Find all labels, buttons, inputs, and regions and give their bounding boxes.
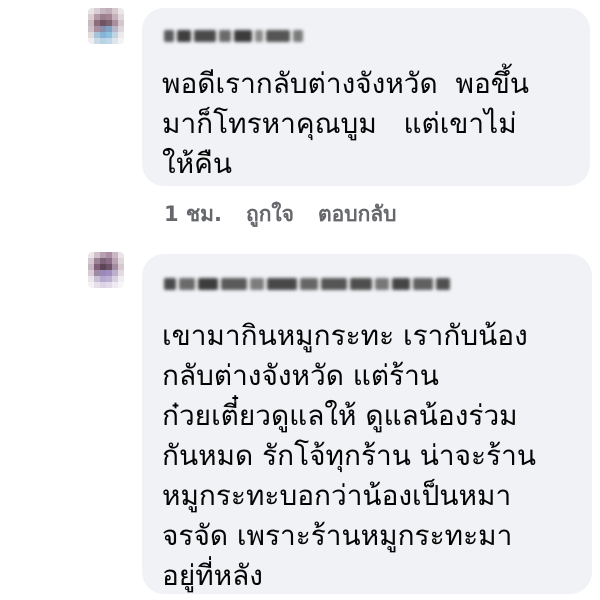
comment-author-name[interactable] <box>164 274 450 294</box>
comment-bubble: พอดีเรากลับต่างจังหวัด พอขึ้น มาก็โทรหาค… <box>142 8 590 186</box>
comment-thread: พอดีเรากลับต่างจังหวัด พอขึ้น มาก็โทรหาค… <box>0 0 600 600</box>
comment-author-name[interactable] <box>164 26 303 46</box>
comment-timestamp[interactable]: 1 ชม. <box>164 198 222 231</box>
avatar[interactable] <box>88 8 124 44</box>
reply-button[interactable]: ตอบกลับ <box>318 198 397 231</box>
comment-text: เขามากินหมูกระทะ เรากับน้อง กลับต่างจังห… <box>162 319 536 592</box>
comment-bubble: เขามากินหมูกระทะ เรากับน้อง กลับต่างจังห… <box>142 254 592 594</box>
comment-actions: 1 ชม. ถูกใจ ตอบกลับ <box>164 198 397 231</box>
avatar[interactable] <box>88 252 124 288</box>
comment-text: พอดีเรากลับต่างจังหวัด พอขึ้น มาก็โทรหาค… <box>162 67 530 180</box>
like-button[interactable]: ถูกใจ <box>246 198 294 231</box>
